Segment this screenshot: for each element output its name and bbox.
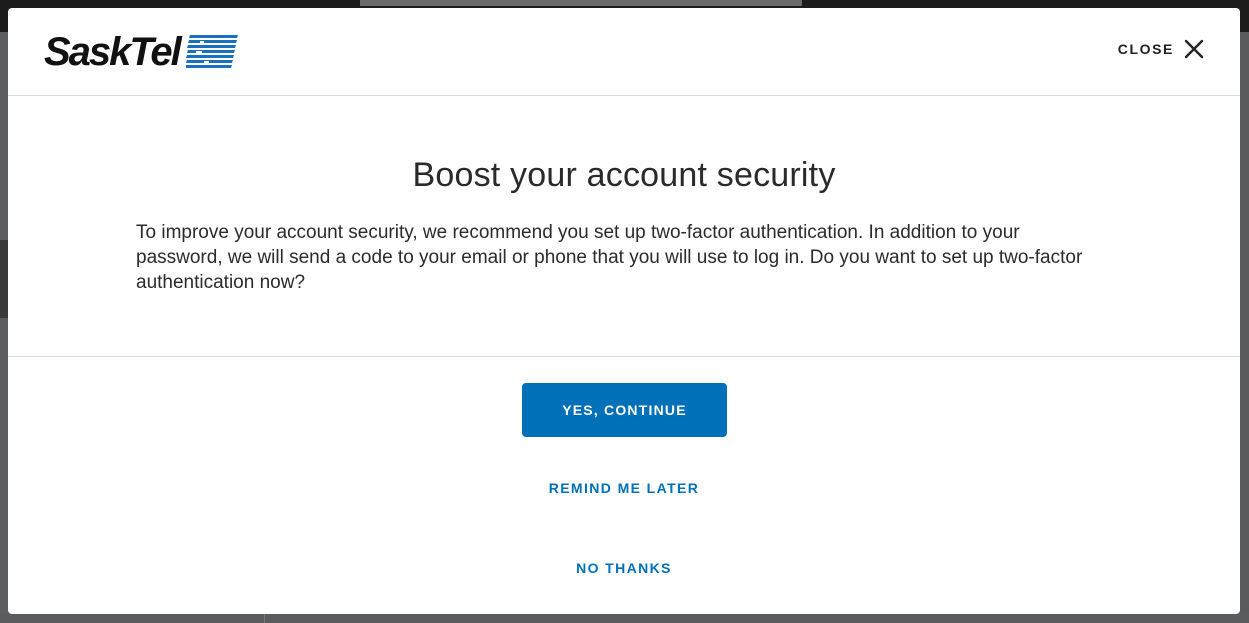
modal-message: To improve your account security, we rec… bbox=[136, 222, 1083, 293]
logo-wordmark: SaskTel bbox=[44, 30, 182, 74]
remind-me-later-link[interactable]: REMIND ME LATER bbox=[8, 480, 1240, 496]
modal-body: Boost your account security To improve y… bbox=[8, 96, 1240, 357]
background-left-block bbox=[0, 240, 8, 318]
background-left-strip bbox=[0, 32, 8, 623]
close-button[interactable]: CLOSE bbox=[1118, 38, 1204, 60]
close-icon bbox=[1184, 39, 1204, 59]
no-thanks-link[interactable]: NO THANKS bbox=[8, 560, 1240, 576]
modal-title: Boost your account security bbox=[412, 156, 836, 194]
close-label: CLOSE bbox=[1117, 41, 1174, 57]
background-bottom-strip bbox=[0, 614, 1249, 623]
background-divider bbox=[264, 614, 265, 623]
two-factor-modal: SaskTel CLOSE Boost your account securit… bbox=[8, 8, 1240, 614]
modal-header: SaskTel CLOSE bbox=[8, 8, 1240, 96]
background-search-field bbox=[360, 0, 802, 6]
yes-continue-button[interactable]: YES, CONTINUE bbox=[522, 383, 727, 437]
sasktel-stripes-logo-icon bbox=[185, 35, 238, 68]
sasktel-logo: SaskTel bbox=[44, 30, 238, 74]
